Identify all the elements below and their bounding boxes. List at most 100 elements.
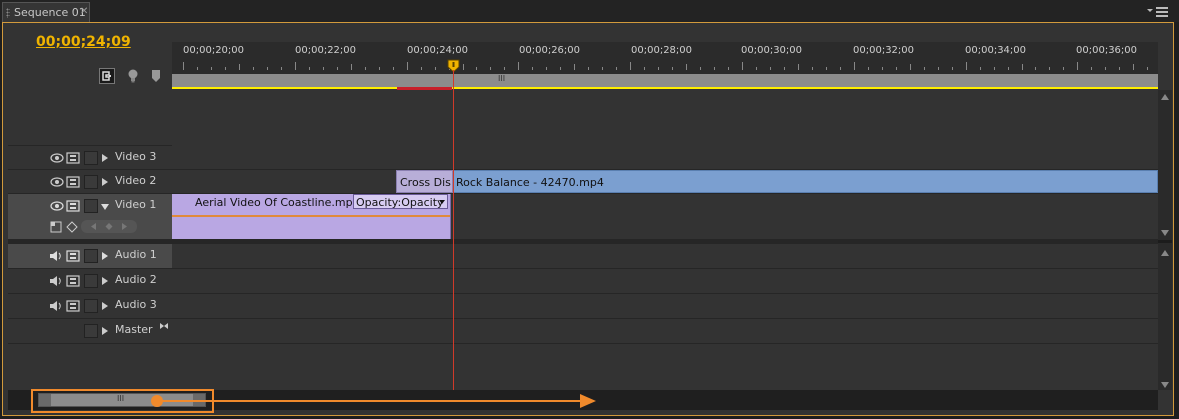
ruler-tick: [183, 62, 184, 70]
track-audio-1[interactable]: [172, 244, 1158, 269]
film-icon[interactable]: [66, 275, 80, 287]
add-marker-icon[interactable]: [148, 68, 164, 84]
expand-arrow-icon[interactable]: [102, 154, 108, 162]
track-header-audio-2[interactable]: Audio 2: [8, 269, 172, 294]
tab-sequence-01[interactable]: Sequence 01 ✕: [2, 2, 90, 22]
snap-icon[interactable]: [99, 68, 115, 84]
ruler-tick: [308, 67, 310, 70]
track-name: Audio 1: [115, 248, 157, 261]
track-header-video-3[interactable]: Video 3: [8, 146, 172, 170]
playhead-line[interactable]: [453, 70, 454, 392]
scroll-up-arrow-icon[interactable]: [1161, 250, 1169, 256]
panel-menu-icon[interactable]: [1144, 4, 1174, 18]
expand-arrow-icon[interactable]: [102, 178, 108, 186]
master-link-icon[interactable]: [159, 322, 169, 330]
work-area-grip[interactable]: III: [498, 74, 505, 83]
ruler-tick: [350, 64, 352, 70]
expand-arrow-icon[interactable]: [102, 277, 108, 285]
ruler-tick: [755, 67, 757, 70]
work-area-bar[interactable]: III: [172, 74, 1158, 87]
scroll-down-arrow-icon[interactable]: [1161, 230, 1169, 236]
track-video-2[interactable]: Cross Dis Rock Balance - 42470.mp4: [172, 170, 1158, 194]
expand-arrow-icon[interactable]: [102, 302, 108, 310]
keyframe-icon[interactable]: [66, 221, 78, 233]
film-icon[interactable]: [66, 250, 80, 262]
track-lock-toggle[interactable]: [84, 324, 98, 338]
ruler-tick: [644, 67, 646, 70]
track-lock-toggle[interactable]: [84, 175, 98, 189]
ruler-tick: [322, 67, 324, 70]
track-header-audio-3[interactable]: Audio 3: [8, 294, 172, 319]
track-audio-3[interactable]: [172, 294, 1158, 319]
film-icon[interactable]: [66, 152, 80, 164]
grip-icon[interactable]: [6, 8, 10, 18]
track-video-3[interactable]: [172, 146, 1158, 170]
chevron-down-icon[interactable]: [439, 200, 445, 204]
ruler-tick: [993, 67, 995, 70]
ruler-tick: [728, 67, 730, 70]
ruler-tick: [1133, 64, 1135, 70]
keyframe-nav-arrows-icon[interactable]: [89, 222, 129, 231]
track-lock-toggle[interactable]: [84, 274, 98, 288]
annotation-drag-arrow: [151, 394, 596, 408]
ruler-tick: [895, 67, 897, 70]
close-icon[interactable]: ✕: [80, 6, 88, 17]
eye-icon[interactable]: [50, 200, 64, 212]
opacity-dropdown[interactable]: Opacity:Opacity: [353, 194, 448, 209]
eye-icon[interactable]: [50, 152, 64, 164]
track-header-video-1[interactable]: Video 1: [8, 194, 172, 240]
track-lock-toggle[interactable]: [84, 249, 98, 263]
empty-track-space: [8, 90, 172, 146]
render-bar: [397, 87, 452, 90]
speaker-icon[interactable]: [49, 300, 63, 312]
film-icon[interactable]: [66, 300, 80, 312]
film-icon[interactable]: [66, 176, 80, 188]
eye-icon[interactable]: [50, 176, 64, 188]
display-style-icon[interactable]: [50, 221, 62, 233]
track-video-1[interactable]: Aerial Video Of Coastline.mp4 Opacity:Op…: [172, 194, 1158, 240]
ruler-tick: [797, 64, 799, 70]
keyframe-navigator[interactable]: [81, 220, 137, 233]
ruler-tick: [504, 67, 506, 70]
track-name: Audio 2: [115, 273, 157, 286]
ruler-tick: [825, 67, 827, 70]
speaker-icon[interactable]: [49, 275, 63, 287]
ruler-tick: [1049, 67, 1051, 70]
clip-aerial-coastline[interactable]: Aerial Video Of Coastline.mp4 Opacity:Op…: [172, 194, 451, 239]
scroll-down-arrow-icon[interactable]: [1161, 382, 1169, 388]
expand-arrow-icon[interactable]: [102, 252, 108, 260]
track-lock-toggle[interactable]: [84, 299, 98, 313]
ruler-tick: [1063, 67, 1065, 70]
time-ruler[interactable]: 00;00;20;00 00;00;22;00 00;00;24;00 00;0…: [172, 42, 1158, 74]
ruler-label: 00;00;22;00: [295, 45, 357, 56]
ruler-tick: [1021, 64, 1023, 70]
ruler-tick: [252, 67, 254, 70]
current-timecode[interactable]: 00;00;24;09: [36, 34, 131, 50]
opacity-rubber-band[interactable]: [172, 215, 450, 217]
ruler-tick: [602, 67, 604, 70]
clip-rock-balance[interactable]: Rock Balance - 42470.mp4: [453, 170, 1158, 193]
ruler-tick: [742, 62, 743, 70]
collapse-arrow-icon[interactable]: [101, 204, 109, 210]
track-header-audio-1[interactable]: Audio 1: [8, 244, 172, 269]
ruler-tick: [811, 67, 813, 70]
ruler-tick: [923, 67, 925, 70]
expand-arrow-icon[interactable]: [102, 327, 108, 335]
track-name: Master: [115, 323, 153, 336]
track-lock-toggle[interactable]: [84, 151, 98, 165]
track-name: Audio 3: [115, 298, 157, 311]
track-master[interactable]: [172, 319, 1158, 344]
scroll-up-arrow-icon[interactable]: [1161, 94, 1169, 100]
ruler-tick: [490, 67, 492, 70]
track-lock-toggle[interactable]: [84, 199, 98, 213]
ruler-tick: [266, 67, 268, 70]
track-header-video-2[interactable]: Video 2: [8, 170, 172, 194]
vertical-scrollbar[interactable]: [1158, 90, 1172, 390]
film-icon[interactable]: [66, 200, 80, 212]
transition-clip[interactable]: Cross Dis: [396, 170, 453, 193]
marker-lightbulb-icon[interactable]: [125, 68, 141, 84]
speaker-icon[interactable]: [49, 250, 63, 262]
track-audio-2[interactable]: [172, 269, 1158, 294]
ruler-tick: [700, 67, 702, 70]
track-header-master[interactable]: Master: [8, 319, 172, 344]
